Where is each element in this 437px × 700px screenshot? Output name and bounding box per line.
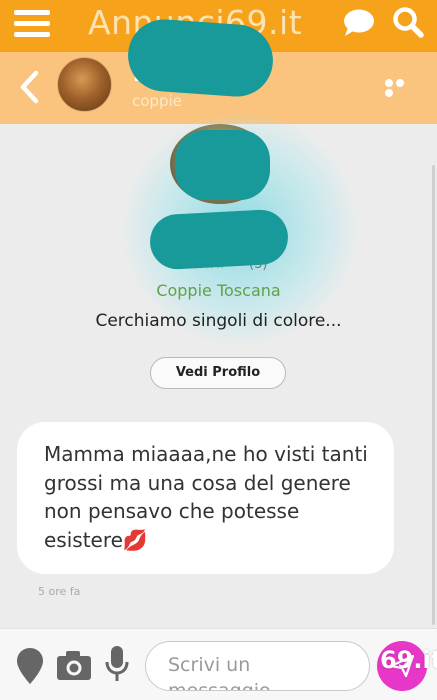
profile-location: Coppie Toscana <box>156 281 281 300</box>
camera-icon[interactable] <box>56 649 92 681</box>
message-bubble: Mamma miaaaa,ne ho visti tanti grossi ma… <box>17 422 394 574</box>
profile-tagline: Cerchiamo singoli di colore... <box>95 311 342 331</box>
censor-mark <box>125 17 276 99</box>
search-icon[interactable] <box>392 6 424 38</box>
message-timestamp: 5 ore fa <box>38 585 81 598</box>
view-profile-button[interactable]: Vedi Profilo <box>150 357 286 389</box>
chat-icon[interactable] <box>342 8 375 38</box>
location-pin-icon[interactable] <box>16 647 44 685</box>
censor-mark <box>148 208 290 271</box>
message-input[interactable] <box>145 641 370 691</box>
contact-avatar[interactable] <box>57 57 112 112</box>
watermark: 69.it <box>380 646 437 674</box>
contact-category: coppie <box>132 92 182 110</box>
composer-bar <box>0 628 437 700</box>
menu-icon[interactable] <box>14 10 50 40</box>
scrollbar[interactable] <box>432 165 435 625</box>
censor-mark <box>175 130 270 200</box>
back-chevron-icon[interactable] <box>18 70 40 104</box>
microphone-icon[interactable] <box>104 645 130 683</box>
more-options-icon[interactable] <box>385 77 417 97</box>
message-text: Mamma miaaaa,ne ho visti tanti grossi ma… <box>44 442 368 552</box>
